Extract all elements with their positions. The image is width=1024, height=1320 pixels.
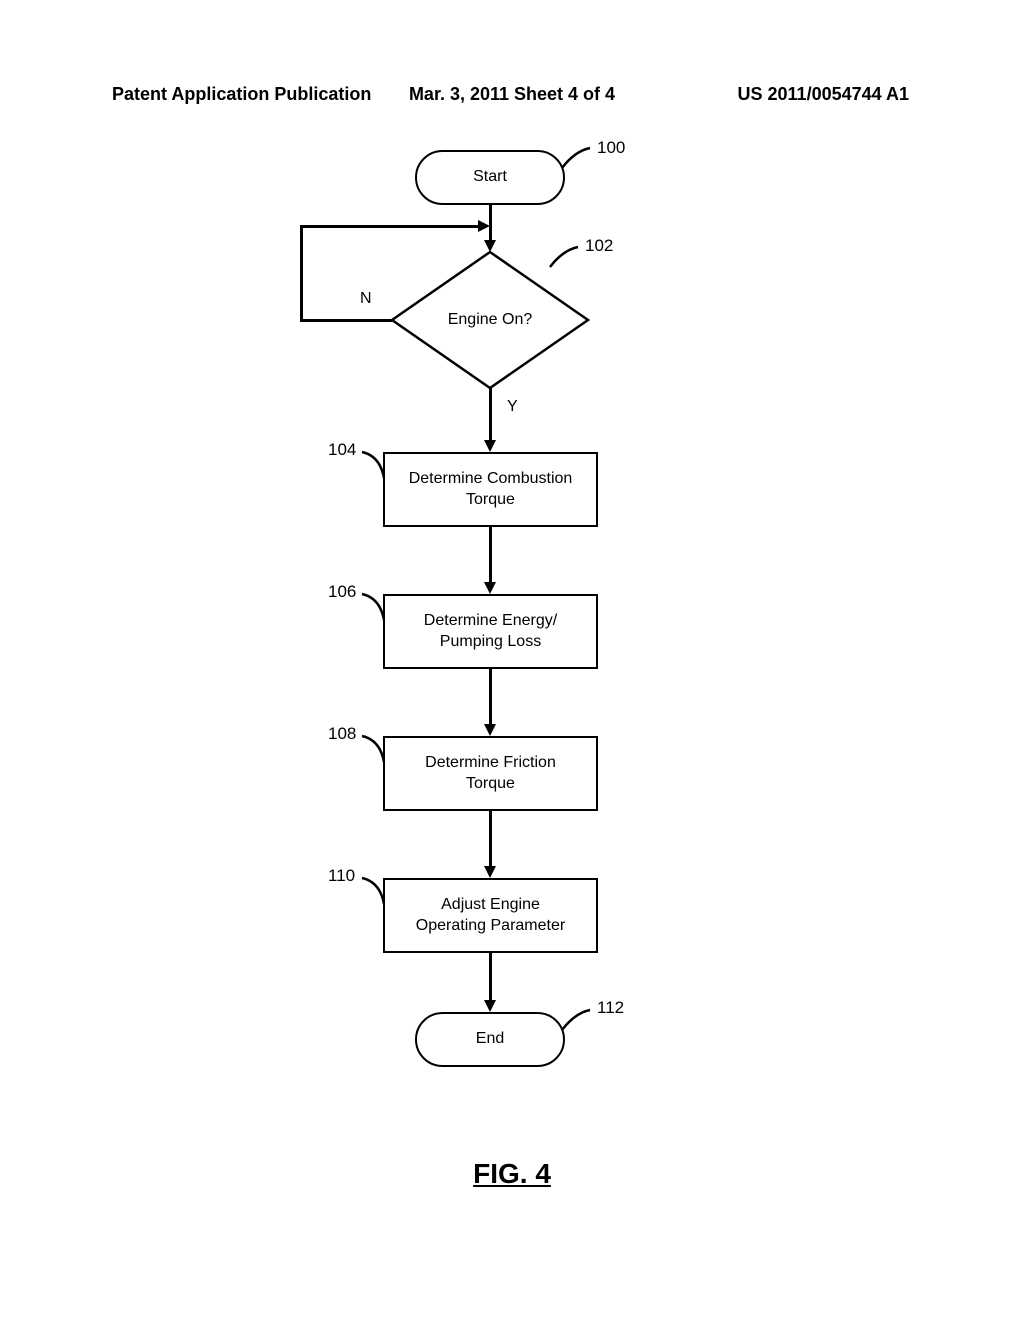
ref-112: 112: [597, 998, 624, 1018]
ref-108: 108: [328, 724, 356, 744]
leader-line-icon: [360, 450, 390, 482]
step1-node: Determine Combustion Torque: [383, 452, 598, 527]
no-label: N: [360, 290, 372, 308]
ref-110: 110: [328, 866, 355, 886]
figure-label: FIG. 4: [473, 1158, 551, 1190]
step4-node: Adjust Engine Operating Parameter: [383, 878, 598, 953]
leader-line-icon: [560, 146, 600, 176]
ref-104: 104: [328, 440, 356, 460]
arrowhead-down-icon: [484, 440, 496, 452]
step1-label: Determine Combustion Torque: [409, 469, 573, 511]
ref-100: 100: [597, 138, 625, 158]
start-label: Start: [473, 167, 507, 188]
header-right: US 2011/0054744 A1: [738, 84, 909, 105]
arrowhead-right-icon: [478, 220, 490, 232]
leader-line-icon: [560, 1008, 600, 1038]
arrow-line: [300, 225, 303, 321]
arrow-line: [489, 669, 492, 727]
step4-label: Adjust Engine Operating Parameter: [416, 895, 565, 937]
arrowhead-down-icon: [484, 866, 496, 878]
leader-line-icon: [360, 876, 390, 908]
arrow-line: [489, 527, 492, 585]
step3-label: Determine Friction Torque: [425, 753, 556, 795]
step2-label: Determine Energy/ Pumping Loss: [424, 611, 557, 653]
flowchart-container: Start 100 Engine On? 102 N Y Determine C…: [260, 140, 760, 1120]
step2-node: Determine Energy/ Pumping Loss: [383, 594, 598, 669]
step3-node: Determine Friction Torque: [383, 736, 598, 811]
ref-106: 106: [328, 582, 356, 602]
arrowhead-down-icon: [484, 1000, 496, 1012]
arrow-line: [489, 953, 492, 1003]
arrowhead-down-icon: [484, 582, 496, 594]
decision-label: Engine On?: [448, 310, 533, 331]
leader-line-icon: [548, 245, 588, 275]
arrow-line: [489, 811, 492, 869]
leader-line-icon: [360, 734, 390, 766]
arrow-line: [300, 225, 480, 228]
arrowhead-down-icon: [484, 724, 496, 736]
end-node: End: [415, 1012, 565, 1067]
page-header: Patent Application Publication Mar. 3, 2…: [0, 84, 1024, 105]
arrow-line: [489, 388, 492, 443]
header-left: Patent Application Publication: [112, 84, 371, 105]
header-center: Mar. 3, 2011 Sheet 4 of 4: [409, 84, 615, 105]
end-label: End: [476, 1029, 504, 1050]
arrow-line: [300, 319, 392, 322]
start-node: Start: [415, 150, 565, 205]
yes-label: Y: [507, 398, 518, 416]
ref-102: 102: [585, 236, 613, 256]
leader-line-icon: [360, 592, 390, 624]
